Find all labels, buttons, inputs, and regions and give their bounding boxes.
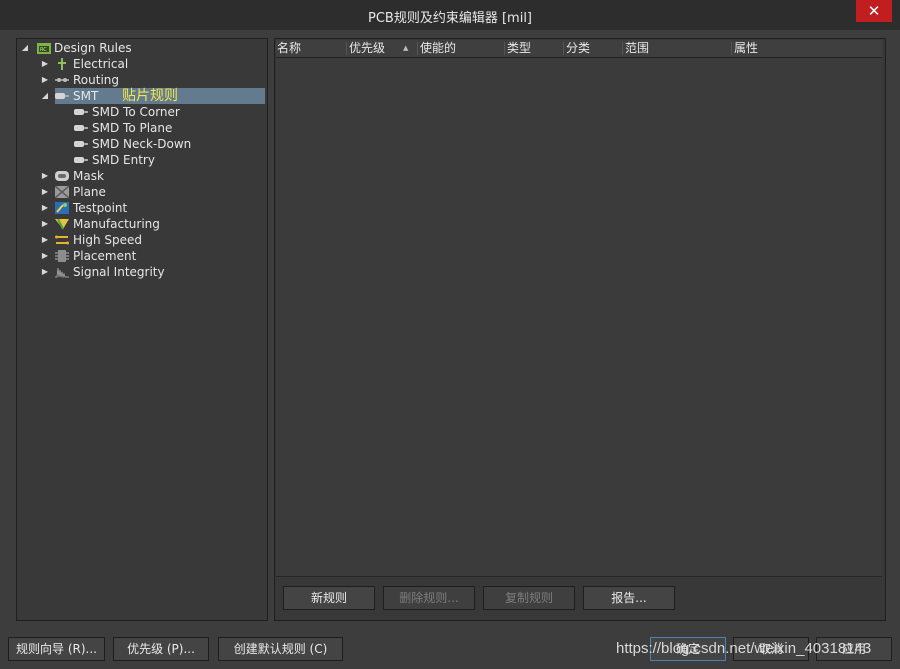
tree-item-label: High Speed <box>73 233 143 247</box>
title-bar: PCB规则及约束编辑器 [mil] ✕ <box>0 0 900 30</box>
tree-item-label: Testpoint <box>73 201 128 215</box>
tree-item-label: Placement <box>73 249 137 263</box>
column-separator[interactable] <box>731 42 732 55</box>
new-rule-button[interactable]: 新规则 <box>283 586 375 610</box>
collapse-arrow-icon[interactable]: ◢ <box>20 40 30 56</box>
collapse-arrow-icon[interactable]: ◢ <box>40 88 50 104</box>
column-separator[interactable] <box>504 42 505 55</box>
electrical-icon <box>58 58 66 70</box>
signal-integrity-icon <box>55 267 69 278</box>
high-speed-icon <box>55 235 69 245</box>
column-header-type[interactable]: 类型 <box>507 40 531 57</box>
sort-ascending-icon: ▲ <box>403 44 409 52</box>
expand-arrow-icon[interactable]: ▶ <box>40 248 50 264</box>
expand-arrow-icon[interactable]: ▶ <box>40 184 50 200</box>
column-header-category[interactable]: 分类 <box>566 40 590 57</box>
create-default-rules-button[interactable]: 创建默认规则 (C) <box>218 637 343 661</box>
delete-rule-button[interactable]: 删除规则... <box>383 586 475 610</box>
watermark-text: https://blog.csdn.net/weixin_40318143 <box>616 640 872 657</box>
plane-icon <box>55 186 69 198</box>
column-separator[interactable] <box>417 42 418 55</box>
expand-arrow-icon[interactable]: ▶ <box>40 200 50 216</box>
tree-item-label: Manufacturing <box>73 217 160 231</box>
tree-item-label: SMT <box>73 89 99 103</box>
tree-item-label: SMD To Plane <box>92 121 173 135</box>
tree-item-label: Signal Integrity <box>73 265 165 279</box>
manufacturing-icon <box>55 218 69 230</box>
column-separator[interactable] <box>622 42 623 55</box>
tree-item-label: Electrical <box>73 57 129 71</box>
smd-icon <box>74 141 88 147</box>
expand-arrow-icon[interactable]: ▶ <box>40 72 50 88</box>
rules-grid[interactable] <box>276 58 882 577</box>
design-rules-icon: RC <box>37 43 51 54</box>
expand-arrow-icon[interactable]: ▶ <box>40 168 50 184</box>
priority-button[interactable]: 优先级 (P)... <box>113 637 209 661</box>
smd-icon <box>74 157 88 163</box>
expand-arrow-icon[interactable]: ▶ <box>40 232 50 248</box>
tree-item-label: SMD To Corner <box>92 105 180 119</box>
tree-item-label: Routing <box>73 73 120 87</box>
column-header-scope[interactable]: 范围 <box>625 40 649 57</box>
mask-icon <box>55 171 69 181</box>
smd-icon <box>74 109 88 115</box>
tree-root-label: Design Rules <box>54 41 132 55</box>
tree-item-label: Mask <box>73 169 104 183</box>
column-separator[interactable] <box>346 42 347 55</box>
column-separator[interactable] <box>563 42 564 55</box>
column-header-attributes[interactable]: 属性 <box>734 40 758 57</box>
rule-wizard-button[interactable]: 规则向导 (R)... <box>8 637 105 661</box>
routing-icon <box>55 78 69 82</box>
testpoint-icon <box>55 202 69 214</box>
window-title: PCB规则及约束编辑器 [mil] <box>368 11 532 26</box>
smd-icon <box>74 125 88 131</box>
tree-item-label: SMD Entry <box>92 153 155 167</box>
report-button[interactable]: 报告... <box>583 586 675 610</box>
close-button[interactable]: ✕ <box>856 0 892 22</box>
column-header-enabled[interactable]: 使能的 <box>420 40 456 57</box>
expand-arrow-icon[interactable]: ▶ <box>40 264 50 280</box>
annotation-smt: 贴片规则 <box>122 88 178 104</box>
tree-item-label: Plane <box>73 185 106 199</box>
column-header-name[interactable]: 名称 <box>277 40 301 57</box>
tree-item-label: SMD Neck-Down <box>92 137 192 151</box>
expand-arrow-icon[interactable]: ▶ <box>40 216 50 232</box>
smt-icon <box>55 93 69 99</box>
copy-rule-button[interactable]: 复制规则 <box>483 586 575 610</box>
column-header-priority[interactable]: 优先级 <box>349 40 385 57</box>
expand-arrow-icon[interactable]: ▶ <box>40 56 50 72</box>
placement-icon <box>55 250 69 262</box>
svg-text:RC: RC <box>40 47 47 53</box>
grid-header: 名称 优先级 ▲ 使能的 类型 分类 范围 属性 <box>276 40 882 58</box>
